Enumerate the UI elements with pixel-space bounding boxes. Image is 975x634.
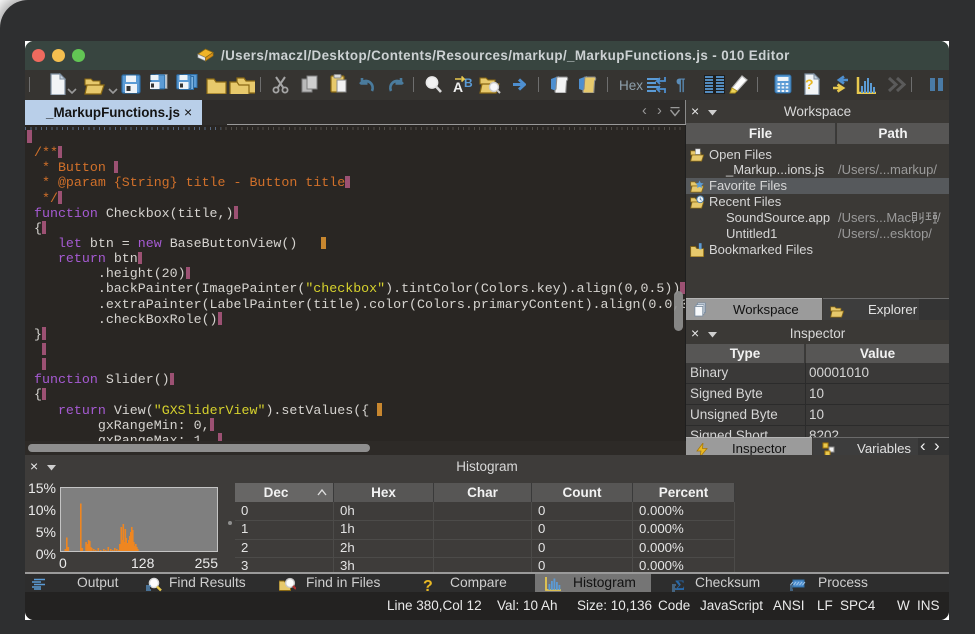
svg-text:B: B <box>464 76 473 90</box>
svg-text:?: ? <box>423 578 433 593</box>
svg-text:Σ: Σ <box>675 578 685 592</box>
svg-text:Hex: Hex <box>619 78 643 93</box>
svg-text:?: ? <box>805 76 814 92</box>
svg-text:¶: ¶ <box>676 75 685 93</box>
